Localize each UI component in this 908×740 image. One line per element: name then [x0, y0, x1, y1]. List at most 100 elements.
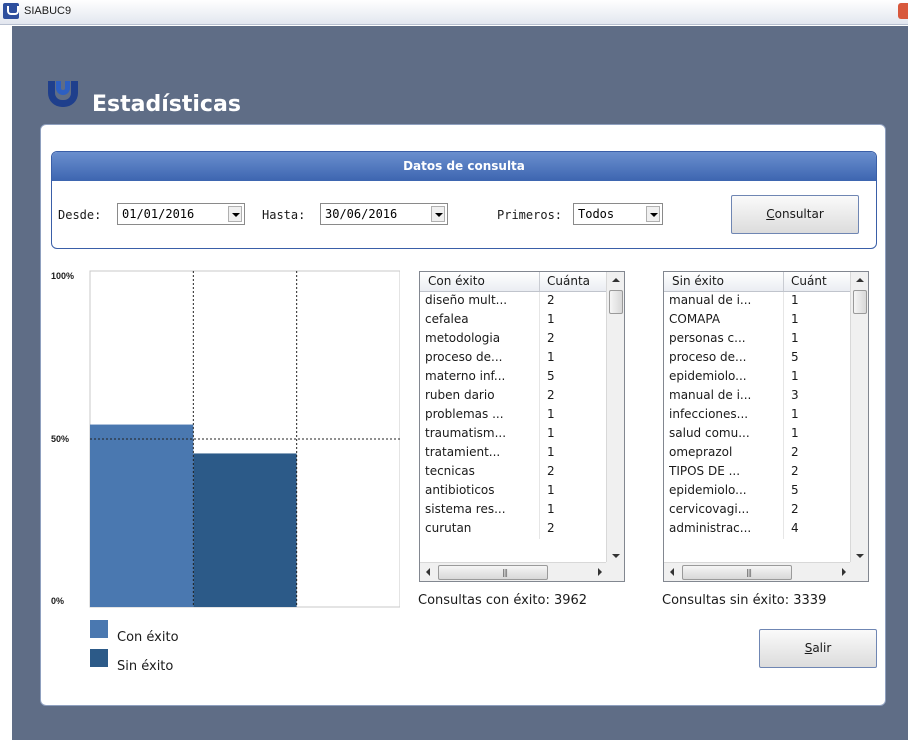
- scroll-thumb[interactable]: [853, 290, 867, 314]
- fail-count-cell: 1: [791, 312, 799, 326]
- fail-vscrollbar[interactable]: [850, 272, 868, 564]
- app-logo-icon: [3, 3, 19, 19]
- fail-row[interactable]: manual de i... 1: [664, 292, 850, 311]
- fail-row[interactable]: salud comu... 1: [664, 425, 850, 444]
- success-topic-cell: traumatism...: [425, 426, 507, 440]
- close-icon[interactable]: [898, 3, 908, 19]
- legend-swatch-fail: [90, 649, 108, 667]
- scroll-right-icon[interactable]: [598, 568, 602, 576]
- success-count-cell: 2: [547, 388, 555, 402]
- primeros-select[interactable]: Todos: [573, 203, 663, 225]
- fail-list[interactable]: Sin éxito Cuánt manual de i... 1 COMAPA 1 pe…: [663, 271, 869, 582]
- scroll-up-icon[interactable]: [856, 278, 864, 282]
- success-row[interactable]: tecnicas 2: [420, 463, 606, 482]
- success-col-topic[interactable]: Con éxito: [428, 274, 485, 288]
- desde-date-picker[interactable]: 01/01/2016: [117, 203, 245, 225]
- fail-col-topic[interactable]: Sin éxito: [672, 274, 724, 288]
- scroll-left-icon[interactable]: [426, 568, 430, 576]
- salir-button[interactable]: Salir: [759, 629, 877, 668]
- legend-item-success: Con éxito: [90, 620, 230, 645]
- fail-topic-cell: administrac...: [669, 521, 752, 535]
- success-topic-cell: antibioticos: [425, 483, 495, 497]
- legend-label-fail: Sin éxito: [117, 659, 174, 674]
- success-row[interactable]: metodologia 2: [420, 330, 606, 349]
- success-topic-cell: cefalea: [425, 312, 469, 326]
- scroll-thumb[interactable]: |||: [438, 565, 548, 580]
- success-topic-cell: problemas ...: [425, 407, 504, 421]
- fail-count-cell: 2: [791, 464, 799, 478]
- fail-hscrollbar[interactable]: |||: [664, 562, 852, 581]
- page-title: Estadísticas: [92, 92, 241, 117]
- success-topic-cell: proceso de...: [425, 350, 503, 364]
- scroll-right-icon[interactable]: [842, 568, 846, 576]
- success-row[interactable]: cefalea 1: [420, 311, 606, 330]
- success-count-cell: 5: [547, 369, 555, 383]
- fail-row[interactable]: administrac... 4: [664, 520, 850, 539]
- fail-row[interactable]: personas c... 1: [664, 330, 850, 349]
- fail-topic-cell: infecciones...: [669, 407, 749, 421]
- chevron-down-icon[interactable]: [228, 206, 242, 222]
- fail-row[interactable]: COMAPA 1: [664, 311, 850, 330]
- fail-row[interactable]: cervicovagi... 2: [664, 501, 850, 520]
- success-total: Consultas con éxito: 3962: [418, 593, 588, 608]
- success-row[interactable]: diseño mult... 2: [420, 292, 606, 311]
- chevron-down-icon[interactable]: [431, 206, 445, 222]
- fail-topic-cell: proceso de...: [669, 350, 747, 364]
- scroll-down-icon[interactable]: [856, 554, 864, 558]
- success-row[interactable]: sistema res... 1: [420, 501, 606, 520]
- success-list-header: Con éxito Cuánta: [420, 272, 606, 292]
- salir-label: alir: [812, 641, 832, 655]
- success-list[interactable]: Con éxito Cuánta diseño mult... 2 cefalea 1…: [419, 271, 625, 582]
- fail-topic-cell: salud comu...: [669, 426, 750, 440]
- success-row[interactable]: curutan 2: [420, 520, 606, 539]
- fail-row[interactable]: epidemiolo... 1: [664, 368, 850, 387]
- chevron-down-icon[interactable]: [646, 206, 660, 222]
- success-count-cell: 1: [547, 426, 555, 440]
- fail-count-cell: 1: [791, 407, 799, 421]
- fail-row[interactable]: TIPOS DE ... 2: [664, 463, 850, 482]
- fail-count-cell: 1: [791, 426, 799, 440]
- consultar-mnemonic: C: [766, 207, 775, 221]
- scroll-thumb[interactable]: |||: [682, 565, 792, 580]
- scroll-up-icon[interactable]: [612, 278, 620, 282]
- bar-fail: [193, 453, 297, 607]
- fail-row[interactable]: omeprazol 2: [664, 444, 850, 463]
- fail-list-rows: manual de i... 1 COMAPA 1 personas c... 1 proc…: [664, 292, 850, 558]
- fail-row[interactable]: epidemiolo... 5: [664, 482, 850, 501]
- y-tick-label: 50%: [51, 434, 69, 444]
- success-topic-cell: tecnicas: [425, 464, 475, 478]
- success-vscrollbar[interactable]: [606, 272, 624, 564]
- bar-success: [90, 424, 194, 607]
- success-topic-cell: sistema res...: [425, 502, 506, 516]
- legend-item-fail: Sin éxito: [90, 649, 230, 674]
- fail-row[interactable]: manual de i... 3: [664, 387, 850, 406]
- success-list-rows: diseño mult... 2 cefalea 1 metodologia 2 proce…: [420, 292, 606, 558]
- scroll-left-icon[interactable]: [670, 568, 674, 576]
- query-group-title: Datos de consulta: [52, 152, 876, 181]
- success-hscrollbar[interactable]: |||: [420, 562, 608, 581]
- fail-count-cell: 3: [791, 388, 799, 402]
- fail-row[interactable]: infecciones... 1: [664, 406, 850, 425]
- scroll-down-icon[interactable]: [612, 554, 620, 558]
- success-row[interactable]: problemas ... 1: [420, 406, 606, 425]
- stats-chart: 100% 50% 0%: [50, 268, 400, 613]
- consultar-button[interactable]: Consultar: [731, 195, 859, 234]
- fail-topic-cell: omeprazol: [669, 445, 733, 459]
- y-tick-label: 0%: [51, 596, 64, 606]
- success-row[interactable]: ruben dario 2: [420, 387, 606, 406]
- fail-col-count[interactable]: Cuánt: [791, 274, 845, 288]
- fail-count-cell: 1: [791, 369, 799, 383]
- fail-count-cell: 5: [791, 350, 799, 364]
- fail-topic-cell: epidemiolo...: [669, 483, 747, 497]
- fail-count-cell: 2: [791, 502, 799, 516]
- success-row[interactable]: materno inf... 5: [420, 368, 606, 387]
- scroll-thumb[interactable]: [609, 290, 623, 314]
- success-col-count[interactable]: Cuánta: [547, 274, 601, 288]
- success-count-cell: 1: [547, 350, 555, 364]
- success-row[interactable]: antibioticos 1: [420, 482, 606, 501]
- hasta-date-picker[interactable]: 30/06/2016: [320, 203, 448, 225]
- success-row[interactable]: traumatism... 1: [420, 425, 606, 444]
- success-row[interactable]: tratamient... 1: [420, 444, 606, 463]
- success-row[interactable]: proceso de... 1: [420, 349, 606, 368]
- fail-row[interactable]: proceso de... 5: [664, 349, 850, 368]
